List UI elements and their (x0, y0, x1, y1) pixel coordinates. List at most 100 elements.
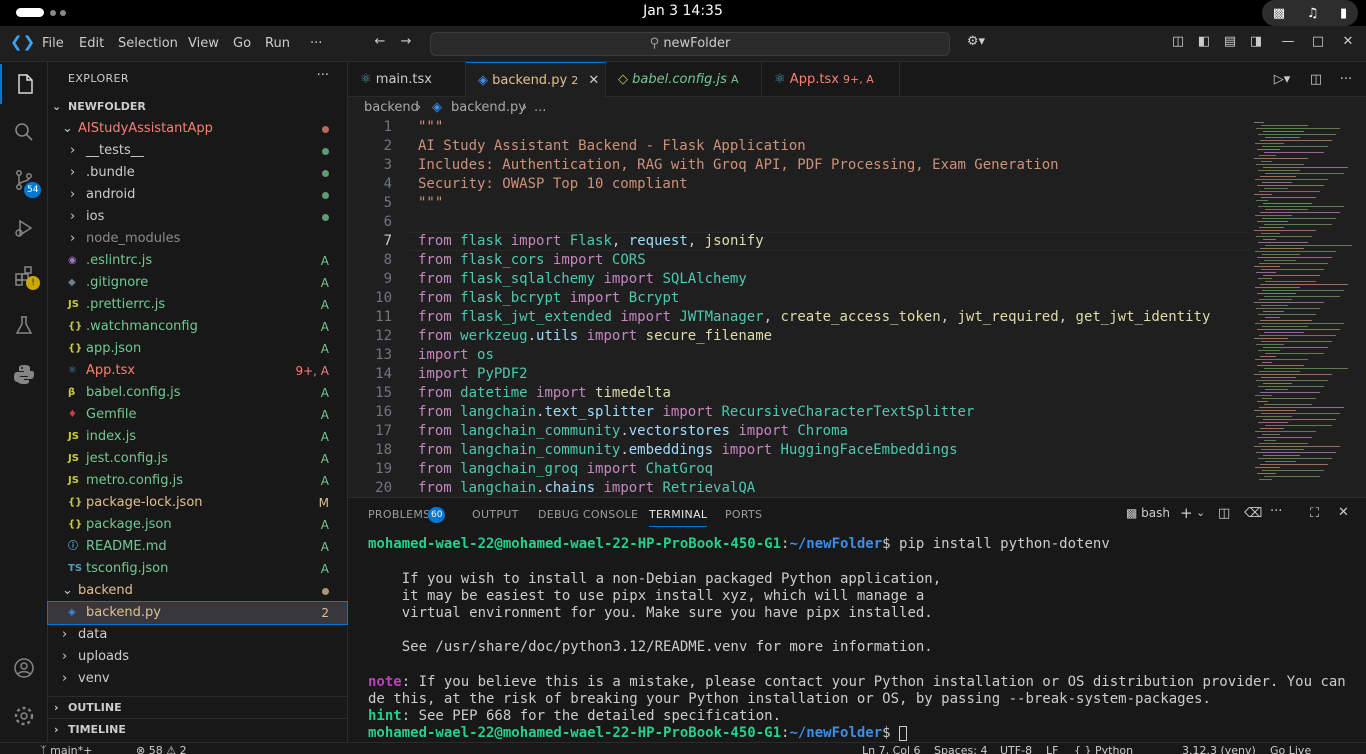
folder-android[interactable]: › android (48, 184, 347, 206)
explorer-more-icon[interactable]: ··· (317, 68, 329, 83)
close-icon[interactable]: ✕ (1340, 34, 1356, 50)
run-python-file-icon[interactable]: ▷▾ (1268, 72, 1296, 88)
folder-tests[interactable]: › __tests__ (48, 140, 347, 162)
explorer-icon[interactable] (0, 64, 48, 104)
testing-flask-icon[interactable] (0, 306, 48, 346)
layout-sidebar-icon[interactable]: ◫ (1170, 34, 1186, 50)
file-backend-py[interactable]: ◈ backend.py 2 (47, 601, 348, 625)
file-gemfile[interactable]: ♦ Gemfile A (48, 404, 347, 426)
tab-debug-console[interactable]: DEBUG CONSOLE (538, 508, 638, 521)
workspace-root[interactable]: ⌄ NEWFOLDER (48, 96, 347, 118)
menu-go[interactable]: Go (233, 36, 251, 51)
file-gitignore[interactable]: ◆ .gitignore A (48, 272, 347, 294)
tree-item-label: App.tsx (86, 363, 136, 378)
account-icon[interactable] (0, 648, 48, 688)
chevron-down-icon[interactable]: ⌄ (1196, 506, 1205, 519)
git-status-badge: A (320, 452, 329, 466)
minimize-icon[interactable]: — (1280, 34, 1296, 50)
close-panel-icon[interactable]: ✕ (1338, 505, 1349, 520)
menu-view[interactable]: View (188, 36, 219, 51)
menu-edit[interactable]: Edit (79, 36, 104, 51)
folder-data[interactable]: › data (48, 624, 347, 646)
tab-problems[interactable]: PROBLEMS (368, 508, 430, 521)
file-app-tsx[interactable]: ⚛ App.tsx 9+, A (48, 360, 347, 382)
folder-node-modules[interactable]: › node_modules (48, 228, 347, 250)
cursor-position[interactable]: Ln 7, Col 6 (862, 743, 921, 754)
file-babel-config-js[interactable]: β babel.config.js A (48, 382, 347, 404)
source-control-icon[interactable]: 54 (0, 160, 48, 200)
settings-gear-icon[interactable] (0, 696, 48, 736)
language-mode[interactable]: { } Python (1074, 743, 1133, 754)
problems-status[interactable]: ⊗ 58 ⚠ 2 (136, 743, 187, 754)
minimap-line (1255, 431, 1316, 432)
menu-run[interactable]: Run (265, 36, 290, 51)
maximize-panel-icon[interactable]: ⛶ (1310, 506, 1319, 521)
split-terminal-icon[interactable]: ◫ (1218, 506, 1230, 521)
new-terminal-icon[interactable]: + (1180, 504, 1193, 522)
tab-backend-py[interactable]: ◈ backend.py 2 ✕ (466, 62, 606, 98)
folder-backend[interactable]: ⌄ backend (48, 580, 347, 602)
tab-terminal[interactable]: TERMINAL (649, 508, 708, 527)
file-metro-config-js[interactable]: JS metro.config.js A (48, 470, 347, 492)
file-jest-config-js[interactable]: JS jest.config.js A (48, 448, 347, 470)
terminal-cursor (899, 725, 908, 741)
file-prettierrc-js[interactable]: JS .prettierrc.js A (48, 294, 347, 316)
clock[interactable]: Jan 3 14:35 (0, 3, 1366, 19)
tab-app-tsx[interactable]: ⚛ App.tsx 9+, A (762, 62, 900, 97)
close-tab-icon[interactable]: ✕ (588, 73, 599, 88)
copilot-icon[interactable]: ⚙▾ (962, 34, 990, 50)
folder-aistudyassistantapp[interactable]: ⌄ AIStudyAssistantApp (48, 118, 347, 140)
go-live-button[interactable]: Go Live (1270, 743, 1311, 754)
search-icon[interactable] (0, 112, 48, 152)
extensions-icon[interactable]: ! (0, 256, 48, 296)
breadcrumb-folder[interactable]: backend (364, 97, 419, 119)
run-debug-icon[interactable] (0, 208, 48, 248)
file-readme-md[interactable]: ⓘ README.md A (48, 536, 347, 558)
file-watchmanconfig[interactable]: {} .watchmanconfig A (48, 316, 347, 338)
folder-uploads[interactable]: › uploads (48, 646, 347, 668)
timeline-section[interactable]: › TIMELINE (48, 718, 347, 740)
terminal-shell-selector[interactable]: ▩ bash (1126, 506, 1170, 520)
terminal-output[interactable]: mohamed-wael-22@mohamed-wael-22-HP-ProBo… (368, 536, 1348, 746)
minimap-line (1256, 272, 1276, 273)
folder-venv[interactable]: › venv (48, 668, 347, 690)
end-of-line[interactable]: LF (1046, 743, 1058, 754)
file-tsconfig-json[interactable]: TS tsconfig.json A (48, 558, 347, 580)
breadcrumb-file[interactable]: backend.py (451, 97, 526, 119)
folder-ios[interactable]: › ios (48, 206, 347, 228)
back-arrow-icon[interactable]: ← (372, 34, 388, 50)
tab-babel-config[interactable]: ◇ babel.config.js A (606, 62, 762, 97)
menu-file[interactable]: File (42, 36, 64, 51)
code-editor[interactable]: 1 """ 2 AI Study Assistant Backend - Flask … (348, 119, 1366, 496)
file-app-json[interactable]: {} app.json A (48, 338, 347, 360)
breadcrumb-symbol[interactable]: ... (534, 97, 546, 119)
menu-selection[interactable]: Selection (118, 36, 178, 51)
file-package-lock-json[interactable]: {} package-lock.json M (48, 492, 347, 514)
file-index-js[interactable]: JS index.js A (48, 426, 347, 448)
minimap[interactable] (1250, 119, 1355, 496)
more-actions-icon[interactable]: ··· (1338, 72, 1354, 88)
file-package-json[interactable]: {} package.json A (48, 514, 347, 536)
more-actions-icon[interactable]: ··· (1270, 504, 1282, 519)
indentation[interactable]: Spaces: 4 (934, 743, 987, 754)
menu-more[interactable]: ··· (310, 36, 322, 51)
layout-left-icon[interactable]: ◧ (1196, 34, 1212, 50)
command-center-search[interactable]: ⚲ newFolder (430, 32, 950, 56)
forward-arrow-icon[interactable]: → (398, 34, 414, 50)
encoding[interactable]: UTF-8 (1000, 743, 1032, 754)
maximize-icon[interactable]: □ (1310, 34, 1326, 50)
tab-main-tsx[interactable]: ⚛ main.tsx (348, 62, 466, 97)
outline-section[interactable]: › OUTLINE (48, 696, 347, 718)
system-menu[interactable]: ▩ ♫ ▮ (1262, 0, 1358, 26)
python-interpreter[interactable]: 3.12.3 (venv) (1182, 743, 1256, 754)
file-eslintrc-js[interactable]: ◉ .eslintrc.js A (48, 250, 347, 272)
git-branch[interactable]: ᛉ main*+ (40, 743, 92, 754)
trash-icon[interactable]: ⌫ (1244, 506, 1262, 521)
tab-ports[interactable]: PORTS (725, 508, 762, 521)
tab-output[interactable]: OUTPUT (472, 508, 519, 521)
python-icon[interactable] (0, 354, 48, 394)
split-editor-icon[interactable]: ◫ (1308, 72, 1324, 88)
layout-right-icon[interactable]: ◨ (1248, 34, 1264, 50)
folder-bundle[interactable]: › .bundle (48, 162, 347, 184)
layout-panel-icon[interactable]: ▤ (1222, 34, 1238, 50)
